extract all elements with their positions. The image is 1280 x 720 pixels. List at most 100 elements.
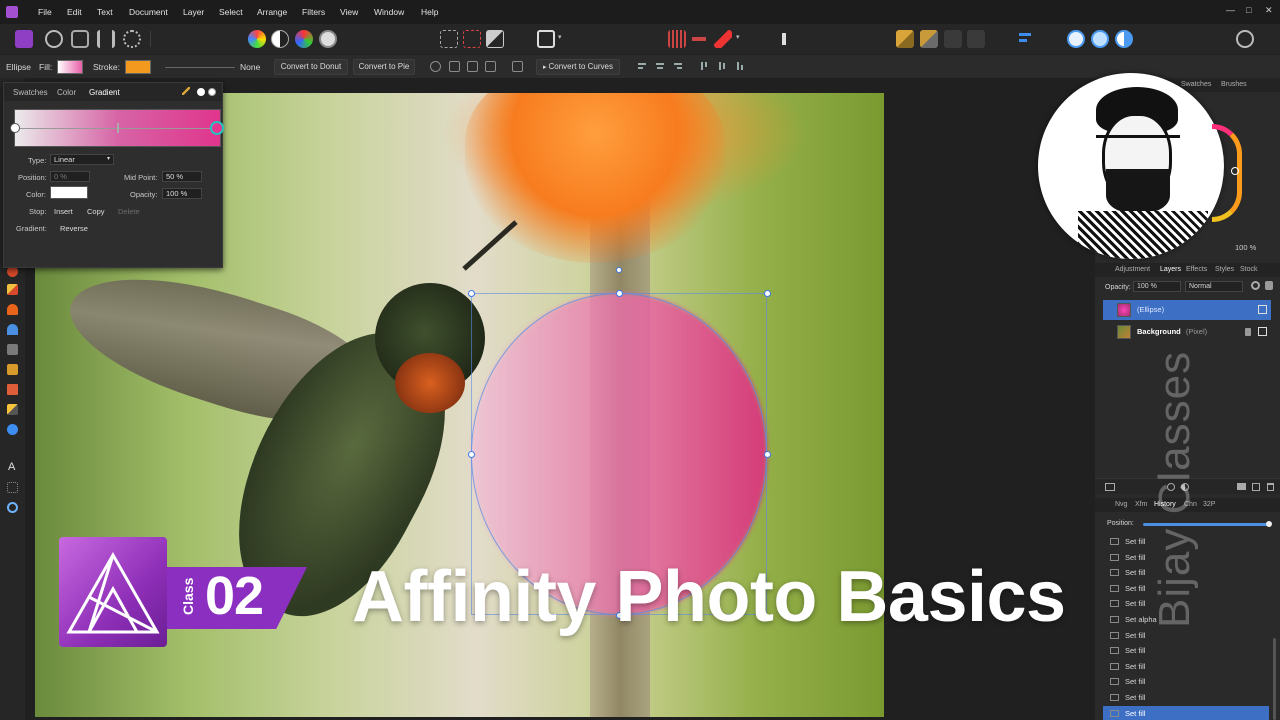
assistant-icon[interactable]: [775, 30, 793, 48]
develop-persona-icon[interactable]: [71, 30, 89, 48]
boolean-subtract-icon[interactable]: [1091, 30, 1109, 48]
auto-levels-icon[interactable]: [248, 30, 266, 48]
tab-stock[interactable]: Stock: [1240, 266, 1258, 273]
mesh-warp-tool-icon[interactable]: [7, 482, 18, 493]
marquee-select-icon[interactable]: [440, 30, 458, 48]
menu-help[interactable]: Help: [421, 7, 438, 17]
fill-swatch[interactable]: [57, 60, 83, 74]
reverse-gradient-button[interactable]: Reverse: [60, 224, 88, 233]
tab-swatches[interactable]: Swatches: [13, 88, 48, 97]
history-item[interactable]: Set fill: [1103, 643, 1269, 658]
visibility-checkbox[interactable]: [1258, 305, 1267, 314]
copy-stop-button[interactable]: Copy: [87, 207, 105, 216]
menu-filters[interactable]: Filters: [302, 7, 325, 17]
convert-to-donut-button[interactable]: Convert to Donut: [274, 59, 348, 75]
deselect-icon[interactable]: [463, 30, 481, 48]
tab-adjustment[interactable]: Adjustment: [1115, 266, 1150, 273]
minimize-button[interactable]: —: [1226, 5, 1235, 15]
snapping-toggle-icon[interactable]: [690, 30, 708, 48]
gradient-midpoint-marker[interactable]: [117, 123, 119, 133]
trash-icon[interactable]: [1267, 483, 1274, 491]
add-pixel-layer-icon[interactable]: [1252, 483, 1260, 491]
flood-fill-tool-icon[interactable]: [7, 304, 18, 315]
liquify-persona-icon[interactable]: [45, 30, 63, 48]
menu-document[interactable]: Document: [129, 7, 168, 17]
position-field[interactable]: 0 %: [50, 171, 90, 182]
gear-icon[interactable]: [1251, 281, 1260, 290]
align-top-icon[interactable]: [699, 61, 710, 72]
align-center-icon[interactable]: [655, 61, 666, 72]
tab-styles[interactable]: Styles: [1215, 266, 1234, 273]
tab-navigator[interactable]: Nvg: [1115, 501, 1127, 508]
stroke-width-slider[interactable]: [165, 67, 235, 68]
delete-stop-button[interactable]: Delete: [118, 207, 140, 216]
white-dot-icon[interactable]: [197, 88, 205, 96]
history-slider-knob[interactable]: [1266, 521, 1272, 527]
arrange-backward-icon[interactable]: [920, 30, 938, 48]
zoom-tool-icon[interactable]: [7, 502, 18, 513]
align-middle-icon[interactable]: [717, 61, 728, 72]
history-item[interactable]: Set fill: [1103, 659, 1269, 674]
arrange-front-icon[interactable]: [967, 30, 985, 48]
menu-file[interactable]: File: [38, 7, 52, 17]
no-fill-icon[interactable]: [208, 88, 216, 96]
opacity-field[interactable]: 100 %: [162, 188, 202, 199]
close-button[interactable]: ✕: [1265, 5, 1273, 16]
auto-colors-icon[interactable]: [295, 30, 313, 48]
menu-text[interactable]: Text: [97, 7, 113, 17]
menu-edit[interactable]: Edit: [67, 7, 82, 17]
layers-stack-icon[interactable]: [1105, 483, 1115, 491]
snapping-grid-icon[interactable]: [668, 30, 686, 48]
snap-center-icon[interactable]: [467, 61, 478, 72]
boolean-intersect-icon[interactable]: [1115, 30, 1133, 48]
menu-arrange[interactable]: Arrange: [257, 7, 287, 17]
resize-handle-top[interactable]: [616, 290, 623, 297]
hide-selection-box-icon[interactable]: [512, 61, 523, 72]
history-scrollbar[interactable]: [1273, 638, 1276, 720]
tone-mapping-persona-icon[interactable]: [97, 30, 115, 48]
blend-mode-dropdown[interactable]: Normal: [1185, 281, 1243, 292]
chevron-down-icon[interactable]: ▾: [736, 33, 740, 41]
tab-gradient[interactable]: Gradient: [89, 88, 120, 97]
align-bottom-icon[interactable]: [735, 61, 746, 72]
resize-handle-top-left[interactable]: [468, 290, 475, 297]
convert-to-curves-button[interactable]: ▸ Convert to Curves: [536, 59, 620, 75]
resize-handle-left[interactable]: [468, 451, 475, 458]
text-tool-icon[interactable]: A: [8, 461, 15, 473]
layer-row-ellipse[interactable]: (Ellipse): [1103, 300, 1271, 320]
ellipse-tool-icon[interactable]: [7, 424, 18, 435]
align-icon[interactable]: [1017, 30, 1035, 48]
menu-window[interactable]: Window: [374, 7, 404, 17]
menu-view[interactable]: View: [340, 7, 358, 17]
clone-tool-icon[interactable]: [7, 344, 18, 355]
add-group-icon[interactable]: [1237, 483, 1246, 490]
history-item[interactable]: Set fill: [1103, 628, 1269, 643]
arrange-back-icon[interactable]: [896, 30, 914, 48]
align-left-icon[interactable]: [637, 61, 648, 72]
transform-origin-icon[interactable]: [430, 61, 441, 72]
app-icon[interactable]: [6, 6, 18, 18]
eraser-tool-icon[interactable]: [7, 284, 18, 295]
boolean-add-icon[interactable]: [1067, 30, 1085, 48]
history-item[interactable]: Set fill: [1103, 674, 1269, 689]
layer-row-background[interactable]: Background (Pixel): [1103, 322, 1271, 342]
stroke-swatch[interactable]: [125, 60, 151, 74]
snapping-magnet-icon[interactable]: [714, 30, 732, 48]
dodge-tool-icon[interactable]: [7, 324, 18, 335]
color-picker-knob[interactable]: [1231, 167, 1239, 175]
align-right-icon[interactable]: [673, 61, 684, 72]
tab-swatches-right[interactable]: Swatches: [1181, 81, 1211, 88]
history-item[interactable]: Set fill: [1103, 690, 1269, 705]
pen-tool-icon[interactable]: [7, 404, 18, 415]
tab-32bit-preview[interactable]: 32P: [1203, 501, 1215, 508]
smudge-tool-icon[interactable]: [7, 384, 18, 395]
photo-persona-icon[interactable]: [15, 30, 33, 48]
invert-selection-icon[interactable]: [486, 30, 504, 48]
visibility-checkbox[interactable]: [1258, 327, 1267, 336]
snap-bounds-icon[interactable]: [449, 61, 460, 72]
resize-handle-right[interactable]: [764, 451, 771, 458]
auto-contrast-icon[interactable]: [271, 30, 289, 48]
menu-layer[interactable]: Layer: [183, 7, 204, 17]
stop-color-swatch[interactable]: [50, 186, 88, 199]
snap-key-object-icon[interactable]: [485, 61, 496, 72]
